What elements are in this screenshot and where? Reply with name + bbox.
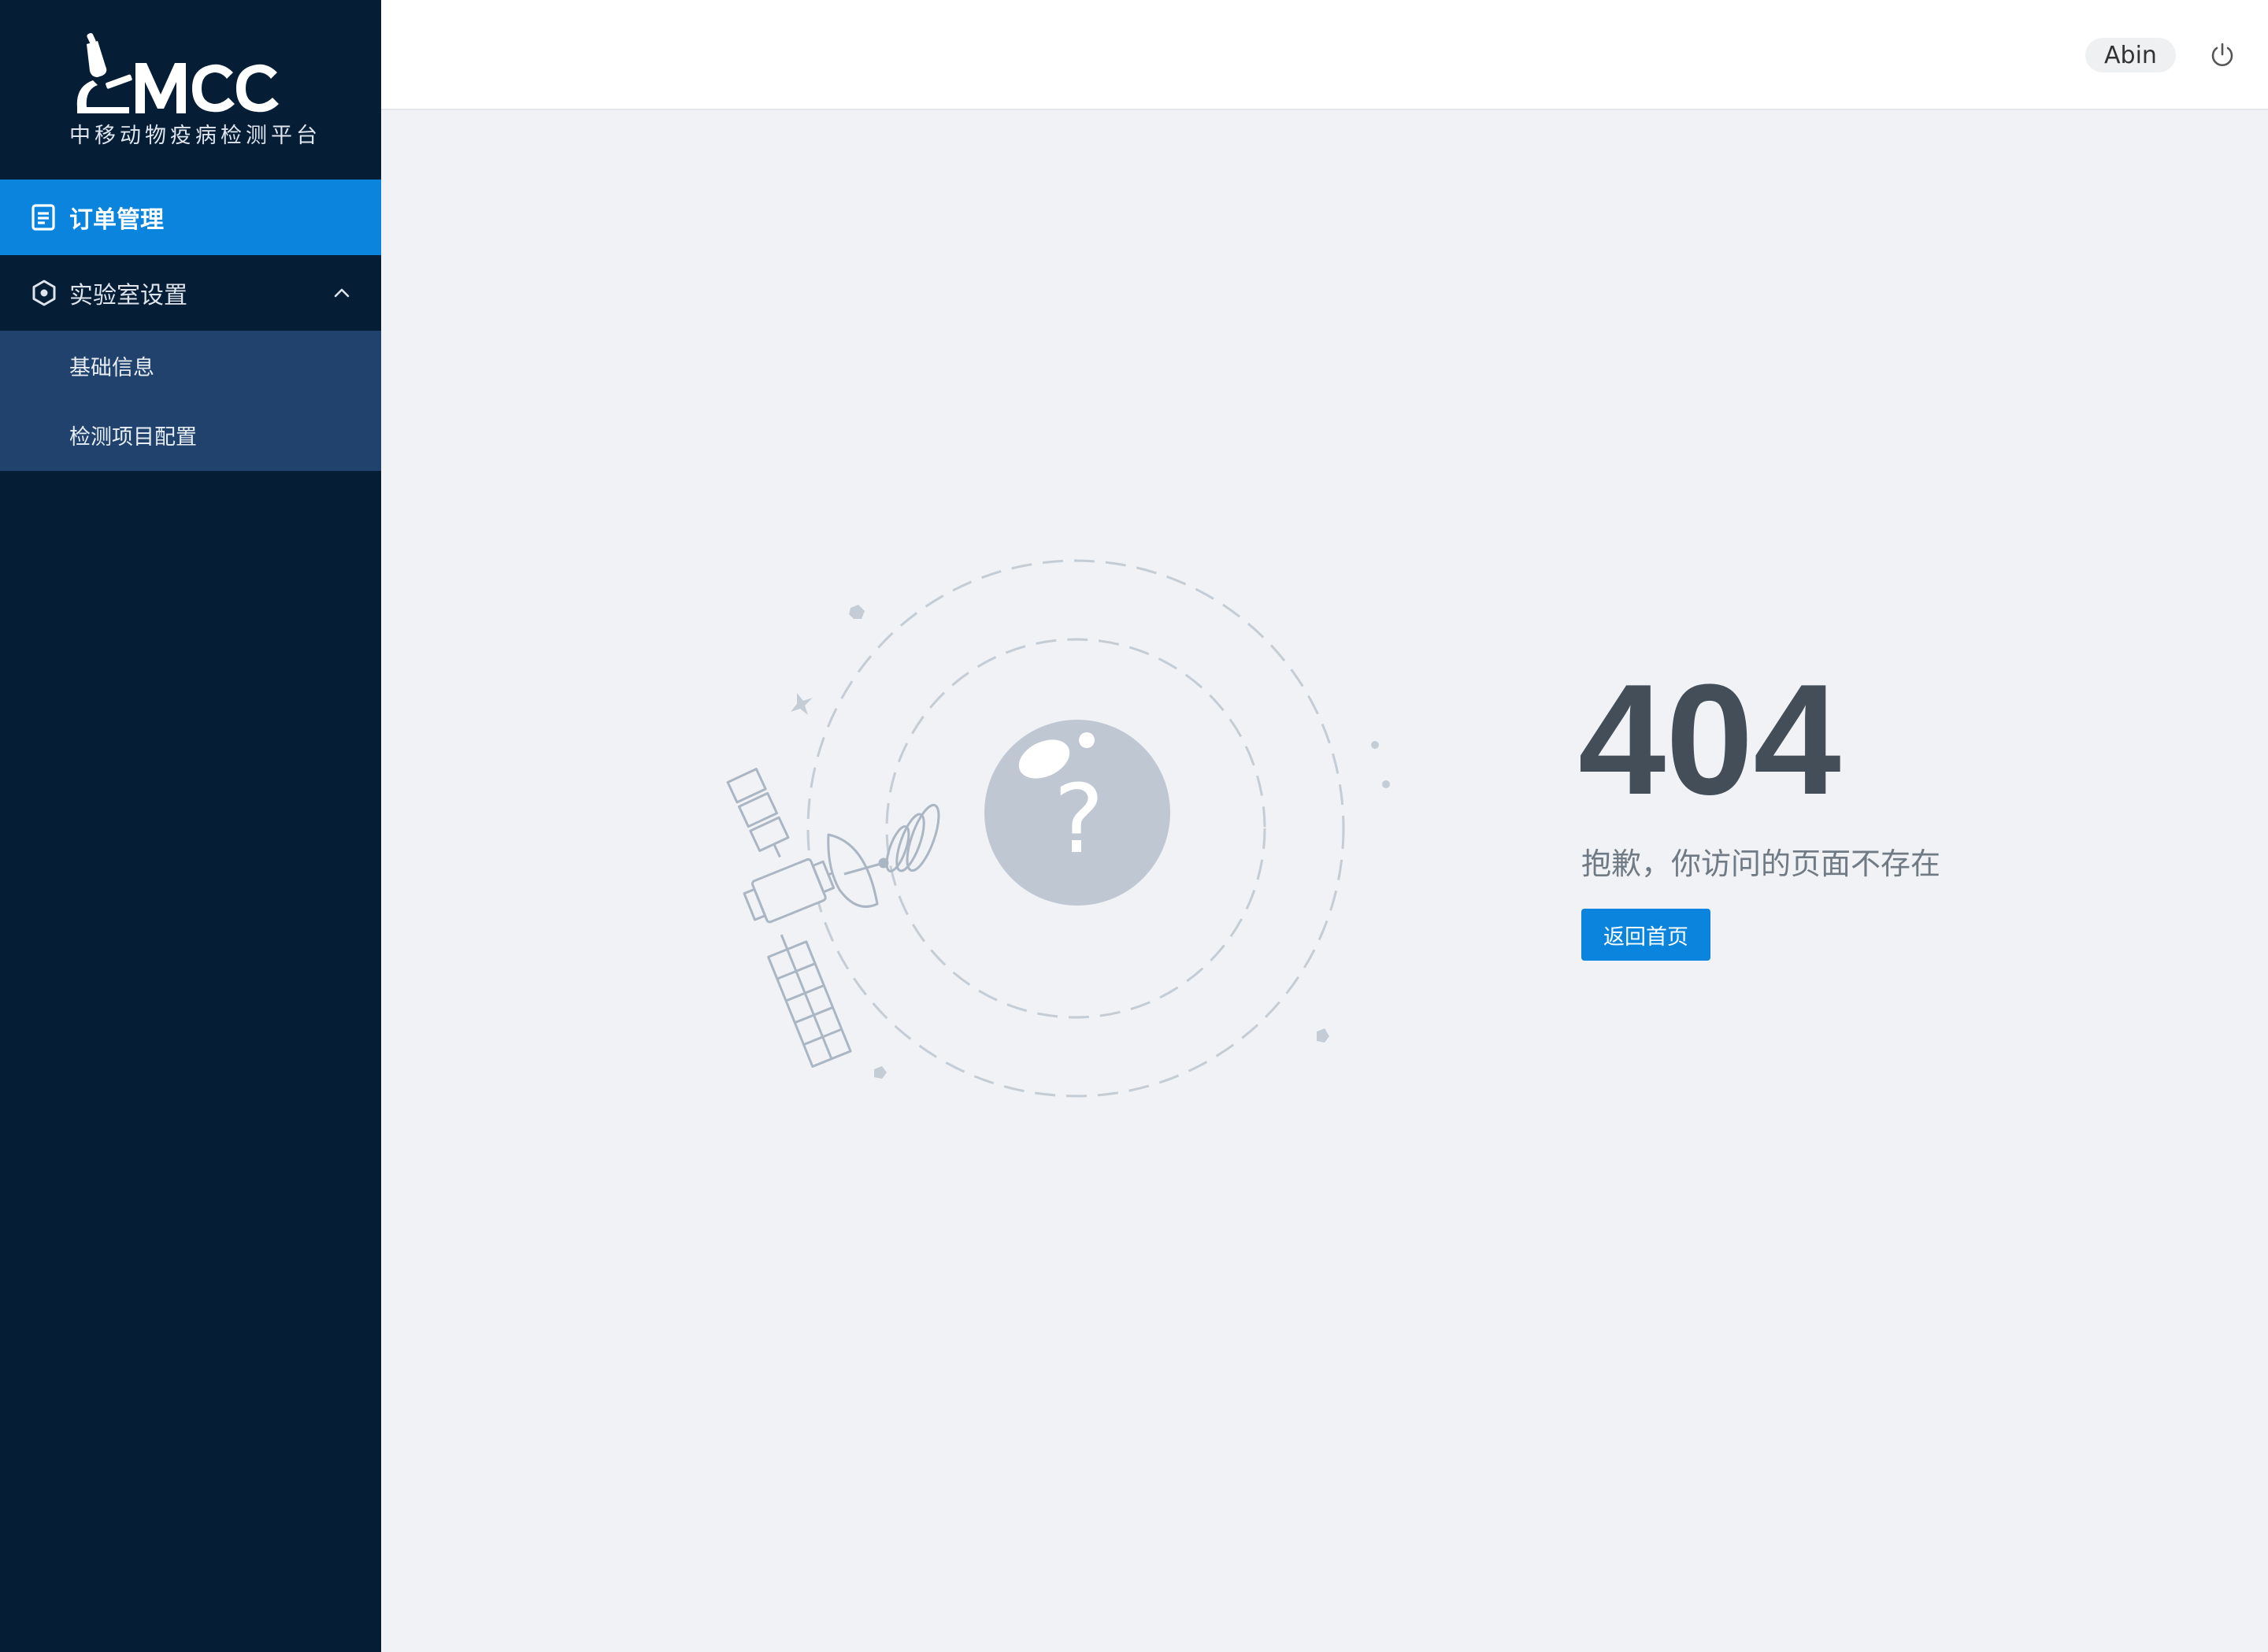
brand-logo[interactable]: 中移动物疫病检测平台 [0,0,381,180]
sidebar-item-label: 实验室设置 [69,282,187,309]
sidebar-item-lab-settings[interactable]: 实验室设置 [0,255,381,331]
sidebar-submenu: 基础信息 检测项目配置 [0,331,381,471]
chevron-up-icon[interactable] [331,282,353,304]
error-message: 抱歉，你访问的页面不存在 [1581,846,1941,881]
svg-text:?: ? [1054,765,1104,875]
power-icon[interactable] [2208,41,2236,69]
sidebar: 中移动物疫病检测平台 订单管理 实验室设置 基础信息 检测项目配置 [0,0,381,1652]
question-planet-icon: ? [984,720,1170,906]
satellite-404-illustration: ? [726,559,1390,1098]
sidebar-item-label: 订单管理 [69,206,164,234]
sidebar-subitem-label: 基础信息 [69,355,154,380]
hexagon-settings-icon [32,280,56,306]
sidebar-item-basic-info[interactable]: 基础信息 [0,331,381,400]
satellite-icon [726,768,940,1068]
error-code: 404 [1578,652,1841,828]
sidebar-item-orders[interactable]: 订单管理 [0,180,381,255]
user-menu[interactable]: Abin [2085,38,2176,72]
sidebar-item-test-config[interactable]: 检测项目配置 [0,400,381,469]
top-header [381,0,2268,110]
document-list-icon [32,204,55,231]
sidebar-subitem-label: 检测项目配置 [69,424,197,450]
back-home-button[interactable]: 返回首页 [1581,909,1710,961]
microscope-logo-icon [76,32,279,113]
brand-subtitle: 中移动物疫病检测平台 [69,124,321,148]
